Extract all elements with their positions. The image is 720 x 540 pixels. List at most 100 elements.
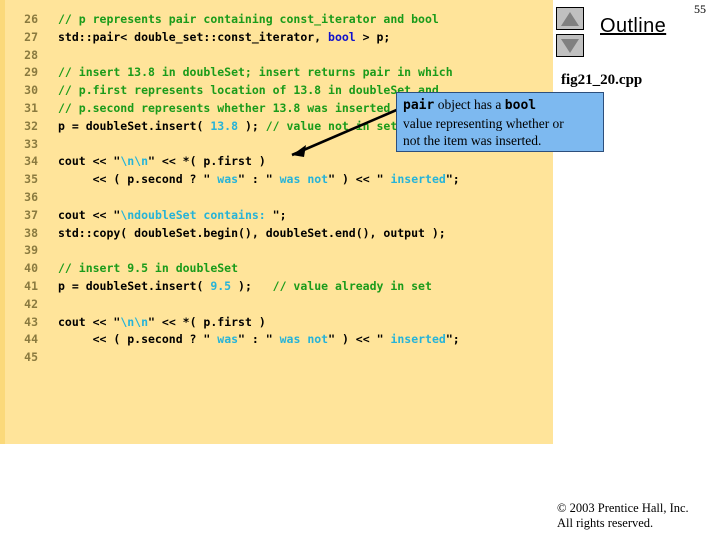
code-text: << ( p.second ? " was" : " was not" ) <<… <box>38 171 460 189</box>
code-text: p = doubleSet.insert( 9.5 ); // value al… <box>38 278 432 296</box>
code-token: was not <box>272 332 329 347</box>
code-token: " <box>148 314 155 329</box>
code-token: " <box>238 332 245 347</box>
code-token: " <box>376 332 384 347</box>
code-line: 35 << ( p.second ? " was" : " was not" )… <box>0 171 553 189</box>
callout-line-1: pair object has a bool <box>403 96 598 115</box>
line-number: 27 <box>24 29 38 44</box>
code-line: 34 cout << "\n\n" << *( p.first ) <box>0 153 553 171</box>
code-token: bool <box>328 29 356 44</box>
code-token: // insert 9.5 in doubleSet <box>58 261 239 276</box>
scroll-down-button[interactable] <box>556 34 584 57</box>
code-line: 29 // insert 13.8 in doubleSet; insert re… <box>0 64 553 82</box>
code-token: " <box>328 332 336 347</box>
code-listing-panel: 26 // p represents pair containing const_… <box>0 0 553 444</box>
line-number: 32 <box>24 118 38 133</box>
line-number: 43 <box>24 314 38 329</box>
callout-text-mid: object has a <box>434 97 505 112</box>
code-token: inserted <box>383 172 446 187</box>
code-text: std::pair< double_set::const_iterator, b… <box>38 29 390 47</box>
code-token: inserted <box>383 332 446 347</box>
code-token: // value already in set <box>272 278 432 293</box>
code-token: " <box>376 172 384 187</box>
code-token: ; <box>452 172 460 187</box>
code-token: \n\n <box>120 154 149 169</box>
code-token: " <box>272 207 280 222</box>
line-number: 31 <box>24 100 38 115</box>
code-token: 9.5 <box>210 278 232 293</box>
outline-heading: Outline <box>600 15 667 37</box>
code-text: cout << "\n\n" << *( p.first ) <box>38 153 266 171</box>
code-line: 36 <box>0 189 553 207</box>
code-token: std::pair< double_set::const_iterator, <box>58 29 329 44</box>
code-token: p = doubleSet.insert( <box>58 118 211 133</box>
line-number: 29 <box>24 65 38 80</box>
code-text: std::copy( doubleSet.begin(), doubleSet.… <box>38 225 446 243</box>
code-token: : <box>244 332 266 347</box>
code-token: // p.second represents whether 13.8 was … <box>58 100 391 115</box>
code-token: << ( p.second ? <box>58 172 204 187</box>
triangle-down-icon <box>561 38 579 53</box>
code-line: 40 // insert 9.5 in doubleSet <box>0 260 553 278</box>
code-token: ) << <box>335 332 377 347</box>
code-line: 28 <box>0 47 553 65</box>
code-token: // value not in set <box>265 118 398 133</box>
line-number: 30 <box>24 83 38 98</box>
line-number: 39 <box>24 243 38 258</box>
navigation-buttons <box>556 7 586 61</box>
code-token: was <box>210 172 239 187</box>
line-number: 33 <box>24 136 38 151</box>
code-token: cout << <box>58 207 114 222</box>
code-token: " <box>445 332 453 347</box>
line-number: 28 <box>24 47 38 62</box>
code-token: << *( p.first ) <box>154 154 266 169</box>
code-text: // p represents pair containing const_it… <box>38 11 439 29</box>
code-token: ); <box>231 278 273 293</box>
code-line: 39 <box>0 242 553 260</box>
code-line: 45 <box>0 349 553 367</box>
code-token: ) << <box>335 172 377 187</box>
code-token: " <box>328 172 336 187</box>
triangle-up-icon <box>561 11 579 26</box>
code-token: 13.8 <box>210 118 239 133</box>
code-line: 43 cout << "\n\n" << *( p.first ) <box>0 314 553 332</box>
code-line: 27 std::pair< double_set::const_iterator,… <box>0 29 553 47</box>
outline-file-name[interactable]: fig21_20.cpp <box>561 72 642 89</box>
code-text: // insert 13.8 in doubleSet; insert retu… <box>38 64 453 82</box>
callout-code-pair: pair <box>403 98 435 113</box>
code-token: ; <box>279 207 287 222</box>
code-text: << ( p.second ? " was" : " was not" ) <<… <box>38 331 460 349</box>
code-text: p = doubleSet.insert( 13.8 ); // value n… <box>38 118 397 136</box>
code-token: << ( p.second ? <box>58 332 204 347</box>
code-token: // insert 13.8 in doubleSet; insert retu… <box>58 65 453 80</box>
code-token: cout << <box>58 154 114 169</box>
line-number: 45 <box>24 350 38 365</box>
callout-line-2: value representing whether or <box>403 115 564 131</box>
code-token: \n\n <box>120 314 149 329</box>
callout-tooltip: pair object has a bool value representin… <box>396 92 604 152</box>
code-token: p = doubleSet.insert( <box>58 278 211 293</box>
code-token: > p; <box>355 29 391 44</box>
code-token: was <box>210 332 239 347</box>
code-text: // p.first represents location of 13.8 i… <box>38 82 439 100</box>
code-token: " <box>265 172 273 187</box>
code-token: was not <box>272 172 329 187</box>
line-number: 36 <box>24 189 38 204</box>
code-token: // p represents pair containing const_it… <box>58 12 439 26</box>
line-number: 26 <box>24 12 38 26</box>
copyright-notice: © 2003 Prentice Hall, Inc. All rights re… <box>557 501 689 531</box>
code-token: // p.first represents location of 13.8 i… <box>58 83 439 98</box>
line-number: 44 <box>24 332 38 347</box>
code-token: std::copy( doubleSet.begin(), doubleSet.… <box>58 225 446 240</box>
code-text: cout << "\n\n" << *( p.first ) <box>38 314 266 332</box>
code-token: " <box>265 332 273 347</box>
code-line: 42 <box>0 296 553 314</box>
code-line: 41 p = doubleSet.insert( 9.5 ); // value … <box>0 278 553 296</box>
page-number: 55 <box>694 2 706 16</box>
code-token: \ndoubleSet contains: <box>120 207 273 222</box>
line-number: 37 <box>24 207 38 222</box>
scroll-up-button[interactable] <box>556 7 584 30</box>
line-number: 42 <box>24 296 38 311</box>
line-number: 41 <box>24 278 38 293</box>
line-number: 35 <box>24 172 38 187</box>
